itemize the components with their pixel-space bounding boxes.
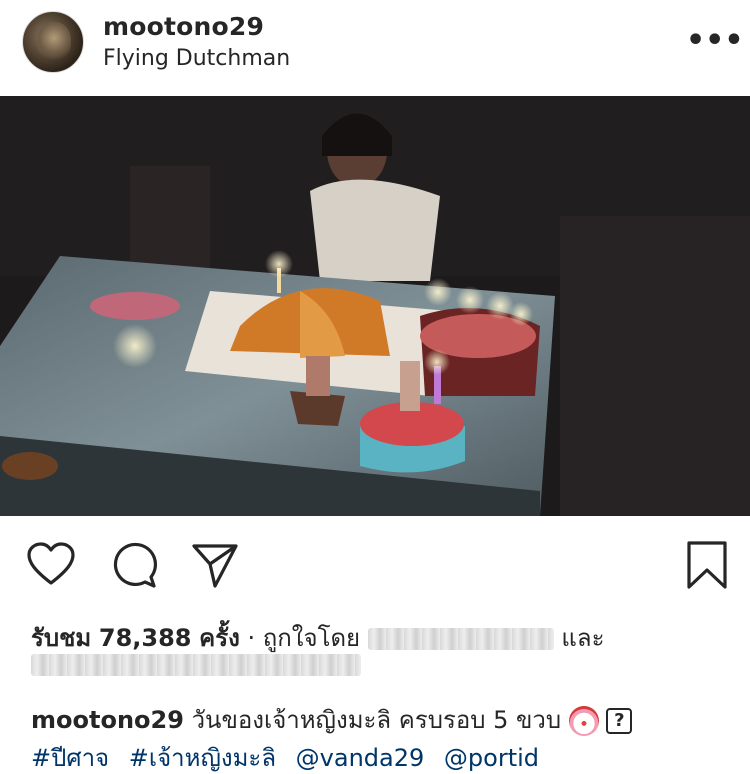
action-bar [0,530,750,600]
send-icon[interactable] [190,540,240,590]
post-photo[interactable] [0,96,750,516]
views-unit: ครั้ง [199,624,240,652]
post-header: mootono29 Flying Dutchman ••• [0,0,750,96]
views-label: รับชม [31,624,92,652]
mention-link[interactable]: @vanda29 [296,744,425,772]
heart-icon[interactable] [26,540,76,590]
hashtag-link[interactable]: #เจ้าหญิงมะลิ [129,744,276,772]
hashtag-link[interactable]: #ปีศาจ [31,744,109,772]
caption-line: mootono29 วันของเจ้าหญิงมะลิ ครบรอบ 5 ขว… [31,700,633,739]
caption-text: วันของเจ้าหญิงมะลิ ครบรอบ 5 ขวบ [191,706,562,734]
liked-by-line-2 [31,650,361,678]
caption-username[interactable]: mootono29 [31,706,184,734]
hashtags-line: #ปีศาจ #เจ้าหญิงมะลิ @vanda29 @portid [31,738,551,774]
separator: · [247,624,256,652]
bookmark-icon[interactable] [682,540,732,590]
post-location[interactable]: Flying Dutchman [103,46,290,71]
blurred-others[interactable] [31,654,361,676]
mention-link[interactable]: @portid [444,744,539,772]
post-username[interactable]: mootono29 [103,12,264,41]
more-options-icon[interactable]: ••• [686,26,744,56]
missing-glyph-icon: ? [606,708,633,734]
and-label: และ [561,624,605,652]
liked-by-label: ถูกใจโดย [262,624,361,652]
clown-emoji-icon [568,706,599,736]
comment-icon[interactable] [108,540,158,590]
views-count[interactable]: 78,388 [99,624,192,652]
user-avatar[interactable] [22,11,84,73]
blurred-username[interactable] [367,628,554,650]
